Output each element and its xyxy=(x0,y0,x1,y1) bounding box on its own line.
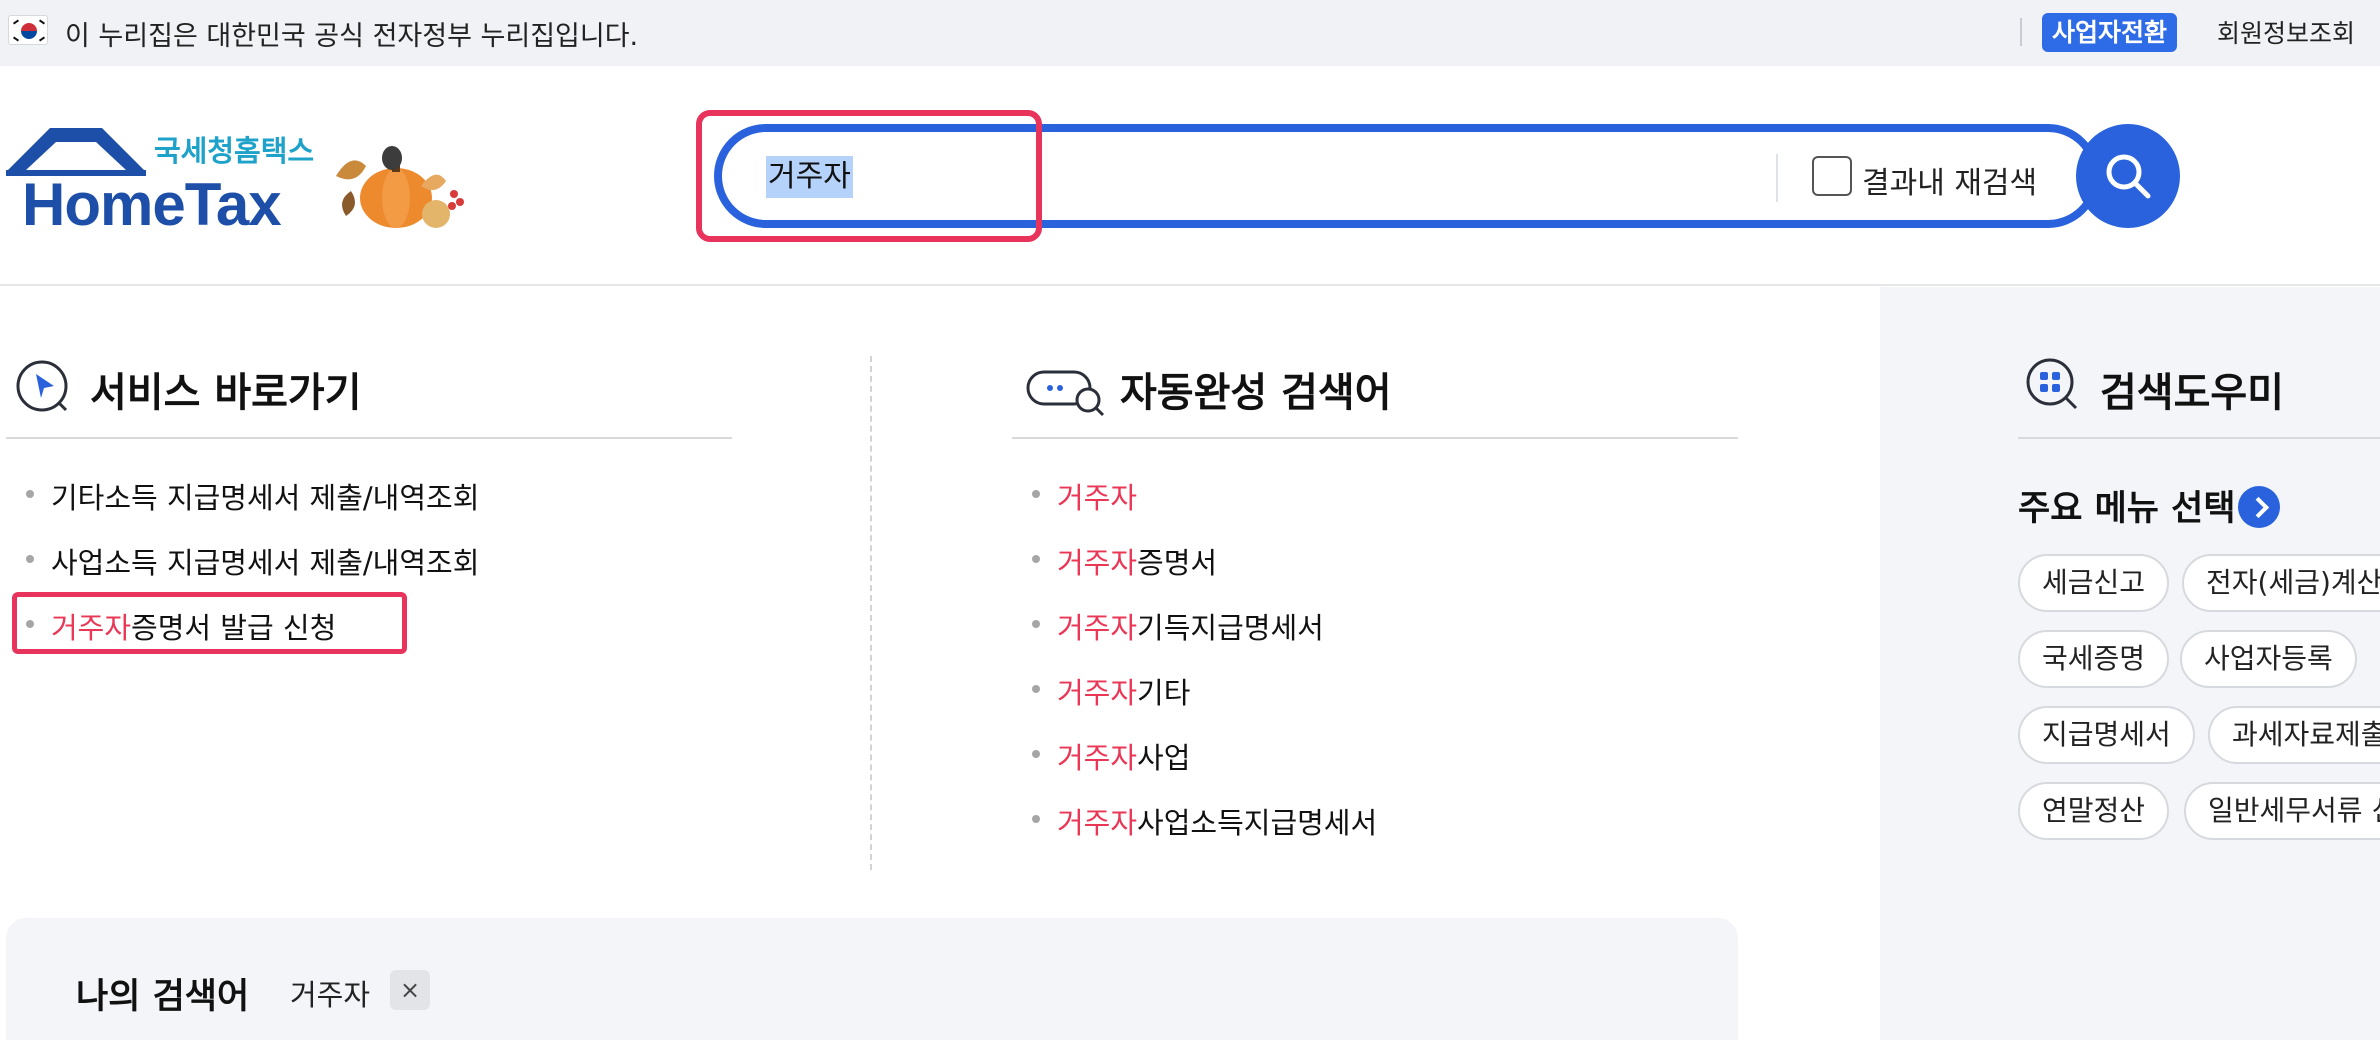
service-shortcuts-title: 서비스 바로가기 xyxy=(90,370,362,416)
my-search-keyword[interactable]: 거주자 xyxy=(290,972,370,1014)
divider xyxy=(1776,154,1778,202)
list-item[interactable]: 사업소득 지급명세서 제출/내역조회 xyxy=(26,540,479,605)
logo-agency-text: 국세청홈택스 xyxy=(154,134,315,168)
search-box[interactable]: 거주자 결과내 재검색 xyxy=(714,124,2100,228)
menu-chip[interactable]: 세금신고 xyxy=(2018,554,2170,612)
search-button[interactable] xyxy=(2076,124,2180,228)
hometax-logo[interactable]: 국세청홈택스 HomeTax xyxy=(6,126,314,238)
gov-banner: 이 누리집은 대한민국 공식 전자정부 누리집입니다. 사업자전환 회원정보조회 xyxy=(0,0,2380,66)
divider xyxy=(1012,437,1738,439)
list-item[interactable]: 거주자증명서 xyxy=(1032,540,1377,605)
menu-chip[interactable]: 일반세무서류 신청 xyxy=(2184,782,2380,840)
divider xyxy=(2018,437,2380,439)
autocomplete-list: 거주자 거주자증명서 거주자기득지급명세서 거주자기타 거주자사업 거주자사업소… xyxy=(1032,475,1377,865)
pumpkin-decoration-icon xyxy=(336,146,464,228)
my-search-title: 나의 검색어 xyxy=(76,977,250,1017)
menu-chip[interactable]: 연말정산 xyxy=(2018,782,2170,840)
list-item[interactable]: 거주자사업 xyxy=(1032,735,1377,800)
close-icon[interactable]: × xyxy=(390,970,430,1010)
menu-chip[interactable]: 지급명세서 xyxy=(2018,706,2195,764)
list-item[interactable]: 거주자기득지급명세서 xyxy=(1032,605,1377,670)
menu-chip[interactable]: 국세증명 xyxy=(2018,630,2170,688)
divider xyxy=(2020,18,2022,46)
service-shortcut-list: 기타소득 지급명세서 제출/내역조회 사업소득 지급명세서 제출/내역조회 거주… xyxy=(26,475,479,670)
cursor-click-icon xyxy=(16,360,68,412)
autocomplete-title: 자동완성 검색어 xyxy=(1120,370,1392,416)
menu-select-button[interactable] xyxy=(2238,486,2280,528)
member-info-link[interactable]: 회원정보조회 xyxy=(2217,14,2355,50)
logo-brand-text: HomeTax xyxy=(22,171,282,238)
divider xyxy=(6,437,732,439)
menu-select-label: 주요 메뉴 선택 xyxy=(2018,489,2236,529)
list-item[interactable]: 거주자사업소득지급명세서 xyxy=(1032,800,1377,865)
search-input[interactable]: 거주자 xyxy=(766,156,853,198)
menu-chip[interactable]: 전자(세금)계산서 xyxy=(2182,554,2380,612)
my-search-panel xyxy=(6,918,1738,1040)
autocomplete-icon xyxy=(1026,370,1105,417)
list-item[interactable]: 거주자 xyxy=(1032,475,1377,540)
gov-banner-text: 이 누리집은 대한민국 공식 전자정부 누리집입니다. xyxy=(65,21,639,52)
list-item[interactable]: 기타소득 지급명세서 제출/내역조회 xyxy=(26,475,479,540)
search-icon xyxy=(2106,154,2151,199)
grid-search-icon xyxy=(2026,358,2078,410)
menu-chip[interactable]: 과세자료제출 xyxy=(2208,706,2380,764)
divider xyxy=(870,356,872,870)
list-item[interactable]: 거주자증명서 발급 신청 xyxy=(26,605,479,670)
search-helper-title: 검색도우미 xyxy=(2100,370,2284,416)
menu-chip[interactable]: 사업자등록 xyxy=(2180,630,2357,688)
research-label[interactable]: 결과내 재검색 xyxy=(1862,158,2037,202)
korea-flag-icon xyxy=(8,15,48,45)
list-item[interactable]: 거주자기타 xyxy=(1032,670,1377,735)
business-switch-button[interactable]: 사업자전환 xyxy=(2042,13,2178,52)
research-checkbox[interactable] xyxy=(1812,156,1852,196)
